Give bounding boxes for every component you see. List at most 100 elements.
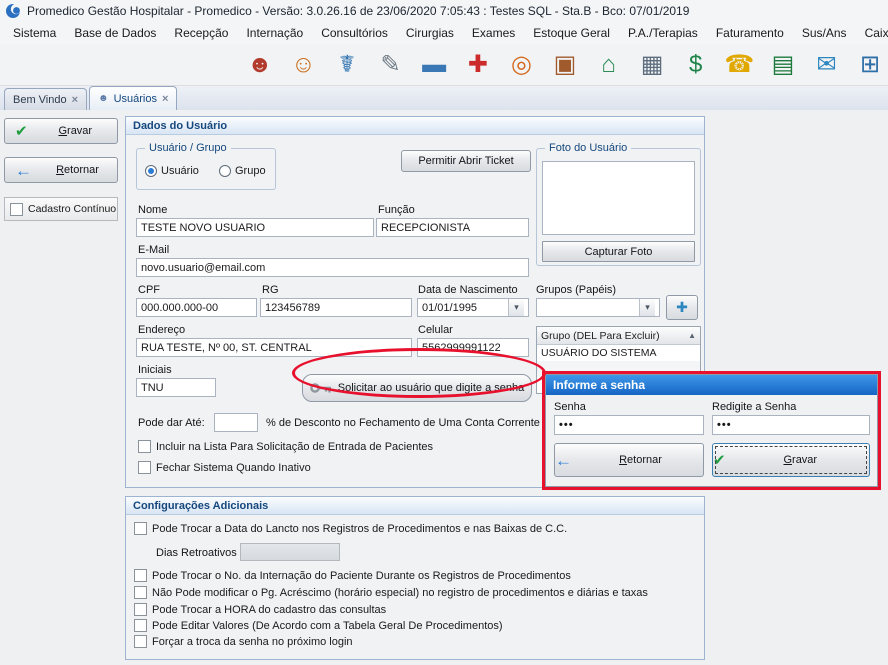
janelas-icon[interactable]: ⊞	[852, 47, 888, 83]
incluir-lista-checkbox[interactable]: Incluir na Lista Para Solicitação de Ent…	[138, 440, 433, 453]
menu-sistema[interactable]: Sistema	[4, 23, 65, 43]
grupo-list-header[interactable]: Grupo (DEL Para Excluir) ▲	[537, 327, 700, 345]
grupo-radio[interactable]: Grupo	[219, 165, 266, 177]
menu-pa-terapias[interactable]: P.A./Terapias	[619, 23, 707, 43]
grupos-papeis-combobox[interactable]: ▾	[536, 298, 660, 317]
agenda-icon[interactable]: ▤	[765, 47, 801, 83]
menu-sus-ans[interactable]: Sus/Ans	[793, 23, 856, 43]
usuario-grupo-groupbox: Usuário / Grupo Usuário Grupo	[136, 148, 276, 190]
cadastro-continuo-checkbox[interactable]: Cadastro Contínuo	[4, 197, 118, 221]
main-toolbar: ☻ ☺ ☤ ✎ ▬ ✚ ◎ ▣ ⌂ ▦ $ ☎ ▤ ✉ ⊞	[0, 44, 888, 86]
grupos-papeis-label: Grupos (Papéis)	[536, 284, 616, 296]
rg-input[interactable]: 123456789	[260, 298, 412, 317]
checkbox-box[interactable]	[134, 603, 147, 616]
iniciais-input[interactable]: TNU	[136, 378, 216, 397]
user-tab-icon: ☻	[98, 93, 109, 104]
tab-usuarios[interactable]: ☻ Usuários ×	[89, 86, 177, 110]
menu-estoque-geral[interactable]: Estoque Geral	[524, 23, 619, 43]
menu-exames[interactable]: Exames	[463, 23, 524, 43]
checkbox-box[interactable]	[138, 440, 151, 453]
trocar-internacao-checkbox[interactable]: Pode Trocar o No. da Internação do Pacie…	[134, 569, 571, 582]
funcao-input[interactable]: RECEPCIONISTA	[376, 218, 529, 237]
list-item[interactable]: USUÁRIO DO SISTEMA	[537, 345, 700, 361]
endereco-label: Endereço	[138, 324, 185, 336]
arrow-left-icon: ←	[555, 452, 572, 469]
chevron-down-icon[interactable]: ▾	[508, 299, 524, 316]
cpf-input[interactable]: 000.000.000-00	[136, 298, 257, 317]
menu-consultorios[interactable]: Consultórios	[312, 23, 397, 43]
desconto-input[interactable]	[214, 413, 258, 432]
trocar-hora-checkbox[interactable]: Pode Trocar a HORA do cadastro das consu…	[134, 603, 386, 616]
usuario-radio[interactable]: Usuário	[145, 165, 199, 177]
faturamento-icon[interactable]: ⌂	[591, 47, 627, 83]
receituario-icon[interactable]: ✎	[373, 47, 409, 83]
medico-icon[interactable]: ☤	[329, 47, 365, 83]
editar-valores-label: Pode Editar Valores (De Acordo com a Tab…	[152, 620, 503, 632]
checkbox-box[interactable]	[134, 522, 147, 535]
radio-dot[interactable]	[145, 165, 157, 177]
trocar-data-lancto-checkbox[interactable]: Pode Trocar a Data do Lancto nos Registr…	[134, 522, 567, 535]
checkbox-box[interactable]	[10, 203, 23, 216]
gravar-button[interactable]: ✔ Gravar	[4, 118, 118, 144]
permitir-abrir-ticket-button[interactable]: Permitir Abrir Ticket	[401, 150, 531, 172]
cadastro-continuo-label: Cadastro Contínuo	[28, 203, 116, 215]
metas-icon[interactable]: ◎	[504, 47, 540, 83]
menu-caixa[interactable]: Caixa	[856, 23, 888, 43]
nome-input[interactable]: TESTE NOVO USUARIO	[136, 218, 374, 237]
capturar-foto-button[interactable]: Capturar Foto	[542, 241, 695, 262]
trocar-hora-label: Pode Trocar a HORA do cadastro das consu…	[152, 604, 386, 616]
forcar-troca-senha-checkbox[interactable]: Forçar a troca da senha no próximo login	[134, 635, 353, 648]
user-photo-area[interactable]	[542, 161, 695, 235]
ambulancia-icon[interactable]: ✚	[460, 47, 496, 83]
sort-up-icon[interactable]: ▲	[688, 331, 696, 340]
iniciais-value: TNU	[141, 382, 164, 394]
leitos-icon[interactable]: ▬	[416, 47, 452, 83]
radio-dot[interactable]	[219, 165, 231, 177]
telefonia-icon[interactable]: ☎	[722, 47, 758, 83]
close-icon[interactable]: ×	[162, 93, 168, 105]
pacientes-icon[interactable]: ☻	[242, 47, 278, 83]
redigite-senha-input[interactable]: •••	[712, 415, 870, 435]
menu-recepcao[interactable]: Recepção	[165, 23, 237, 43]
estoque-icon[interactable]: ▣	[547, 47, 583, 83]
app-logo-icon	[5, 3, 21, 19]
funcao-value: RECEPCIONISTA	[381, 222, 470, 234]
tab-bem-vindo[interactable]: Bem Vindo ×	[4, 88, 87, 110]
editar-valores-checkbox[interactable]: Pode Editar Valores (De Acordo com a Tab…	[134, 619, 503, 632]
email-value: novo.usuario@email.com	[141, 262, 265, 274]
senha-retornar-button[interactable]: ← Retornar	[554, 443, 704, 477]
forcar-troca-senha-label: Forçar a troca da senha no próximo login	[152, 636, 353, 648]
data-nascimento-combobox[interactable]: 01/01/1995 ▾	[417, 298, 529, 317]
menu-bar: Sistema Base de Dados Recepção Internaçã…	[0, 22, 888, 44]
dias-retroativos-input[interactable]	[240, 543, 340, 561]
email-input[interactable]: novo.usuario@email.com	[136, 258, 529, 277]
groupbox-title: Foto do Usuário	[545, 142, 631, 154]
senha-gravar-button[interactable]: ✔ Gravar	[712, 443, 870, 477]
caixa-icon[interactable]: $	[678, 47, 714, 83]
recepcao-icon[interactable]: ☺	[286, 47, 322, 83]
checkbox-box[interactable]	[134, 586, 147, 599]
endereco-input[interactable]: RUA TESTE, Nº 00, ST. CENTRAL	[136, 338, 412, 357]
tab-label: Bem Vindo	[13, 94, 67, 106]
chevron-down-icon[interactable]: ▾	[639, 299, 655, 316]
checkbox-box[interactable]	[138, 461, 151, 474]
iniciais-label: Iniciais	[138, 364, 172, 376]
celular-input[interactable]: 5562999991122	[417, 338, 529, 357]
close-icon[interactable]: ×	[72, 94, 78, 106]
retornar-button[interactable]: ← Retornar	[4, 157, 118, 183]
menu-cirurgias[interactable]: Cirurgias	[397, 23, 463, 43]
senha-input[interactable]: •••	[554, 415, 704, 435]
menu-base-de-dados[interactable]: Base de Dados	[65, 23, 165, 43]
cofre-icon[interactable]: ▦	[634, 47, 670, 83]
solicitar-senha-button[interactable]: Solicitar ao usuário que digite a senha	[302, 374, 532, 402]
checkbox-box[interactable]	[134, 569, 147, 582]
checkbox-box[interactable]	[134, 635, 147, 648]
checkbox-box[interactable]	[134, 619, 147, 632]
adicionar-grupo-button[interactable]: ✚	[666, 295, 698, 320]
menu-internacao[interactable]: Internação	[237, 23, 312, 43]
nao-modificar-acrescimo-checkbox[interactable]: Não Pode modificar o Pg. Acréscimo (horá…	[134, 586, 648, 599]
chat-icon[interactable]: ✉	[809, 47, 845, 83]
menu-faturamento[interactable]: Faturamento	[707, 23, 793, 43]
arrow-left-icon: ←	[15, 162, 32, 179]
fechar-sistema-checkbox[interactable]: Fechar Sistema Quando Inativo	[138, 461, 311, 474]
